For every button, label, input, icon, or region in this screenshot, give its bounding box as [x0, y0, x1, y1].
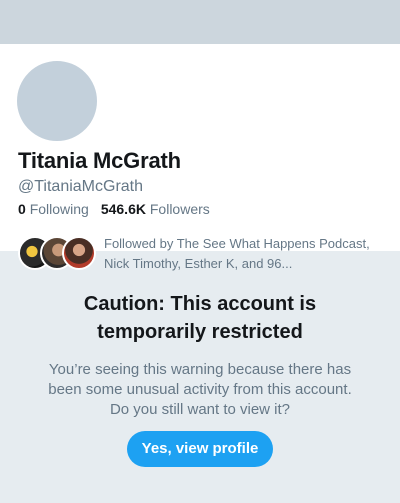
view-profile-button[interactable]: Yes, view profile	[127, 431, 273, 467]
followed-by-row[interactable]: Followed by The See What Happens Podcast…	[18, 234, 388, 274]
handle: @TitaniaMcGrath	[18, 178, 144, 195]
follow-stats: 0 Following 546.6K Followers	[18, 201, 210, 217]
follower-avatar	[62, 236, 96, 270]
following-link[interactable]: 0 Following	[18, 201, 89, 217]
profile-card: Titania McGrath @TitaniaMcGrath 0 Follow…	[0, 44, 400, 271]
profile-avatar[interactable]	[13, 57, 101, 145]
followers-count: 546.6K	[100, 201, 146, 217]
profile-banner	[0, 0, 400, 44]
followed-by-text: Followed by The See What Happens Podcast…	[104, 236, 370, 271]
following-count: 0	[18, 201, 26, 217]
display-name: Titania McGrath	[18, 148, 181, 173]
following-label: Following	[29, 201, 89, 217]
followers-label: Followers	[149, 201, 210, 217]
followers-link[interactable]: 546.6K Followers	[101, 201, 210, 217]
caution-title-line1: Caution: This account is	[83, 293, 317, 315]
followed-by-avatars	[18, 236, 98, 270]
caution-message: You’re seeing this warning because there…	[48, 361, 352, 418]
caution-title: Caution: This account is temporarily res…	[0, 290, 400, 346]
caution-title-line2: temporarily restricted	[97, 321, 303, 343]
